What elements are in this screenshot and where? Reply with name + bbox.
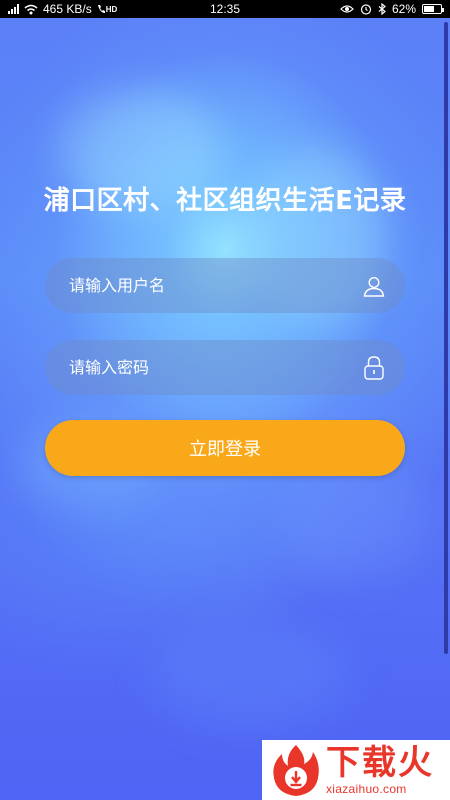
lock-icon <box>361 355 387 381</box>
username-input[interactable] <box>69 276 361 295</box>
background <box>0 0 450 800</box>
call-hd-icon: HD <box>97 4 118 14</box>
hd-label: HD <box>105 4 118 14</box>
battery-percent: 62% <box>391 2 416 16</box>
scrollbar[interactable] <box>444 22 448 654</box>
eye-icon <box>340 5 354 13</box>
status-bar: 465 KB/s HD 12:35 62% <box>0 0 450 18</box>
battery-icon <box>422 4 444 14</box>
login-button[interactable]: 立即登录 <box>45 420 405 476</box>
watermark-en: xiazaihuo.com <box>326 782 407 796</box>
watermark: 下载火 xiazaihuo.com <box>262 740 450 800</box>
fire-logo-icon <box>273 745 319 796</box>
network-speed: 465 KB/s <box>43 2 92 16</box>
page-title: 浦口区村、社区组织生活E记录 <box>43 186 407 216</box>
watermark-cn: 下载火 <box>326 743 434 783</box>
alarm-icon <box>360 4 372 15</box>
password-input[interactable] <box>69 358 361 377</box>
user-icon <box>361 273 387 299</box>
signal-icon <box>8 4 19 14</box>
username-field[interactable] <box>45 258 405 313</box>
wifi-icon <box>24 4 38 14</box>
password-field[interactable] <box>45 340 405 395</box>
bluetooth-icon <box>378 3 386 15</box>
